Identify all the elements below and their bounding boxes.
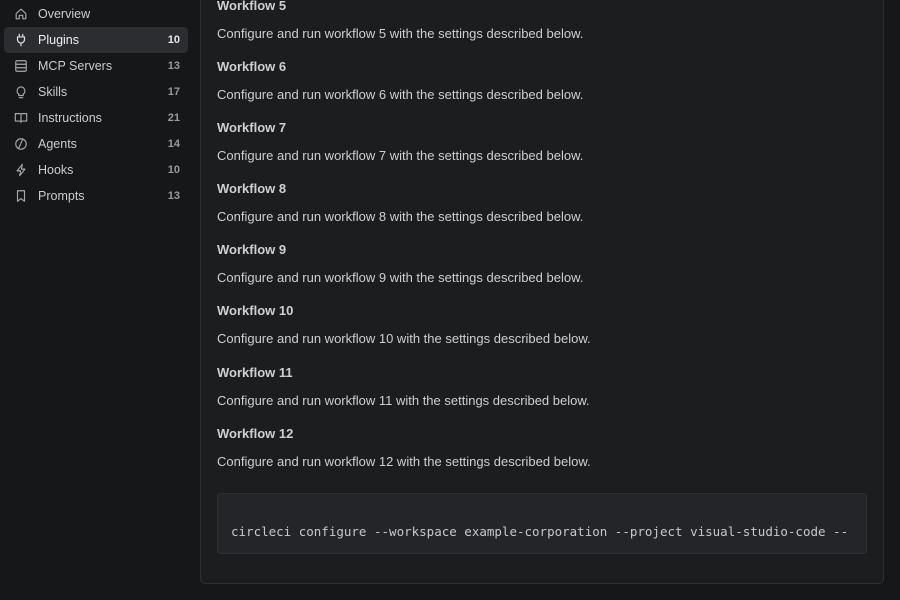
code-command: circleci configure --workspace example-c…: [231, 524, 849, 539]
workflow-title: Workflow 5: [217, 0, 287, 13]
workflow-section: Workflow 6 Configure and run workflow 6 …: [217, 50, 867, 111]
sidebar-item-label: Skills: [38, 85, 68, 99]
sidebar-item-label: Prompts: [38, 189, 85, 203]
workflow-title: Workflow 10: [217, 303, 294, 319]
workflow-section: Workflow 12 Configure and run workflow 1…: [217, 417, 867, 478]
sidebar-item-label: Agents: [38, 137, 77, 151]
sidebar-item-label: Overview: [38, 7, 91, 21]
workflow-section: Workflow 7 Configure and run workflow 7 …: [217, 111, 867, 172]
workflow-section: Workflow 11 Configure and run workflow 1…: [217, 356, 867, 417]
server-icon: [14, 59, 28, 73]
sidebar-item-count: 13: [167, 190, 180, 202]
workflow-description: Configure and run workflow 10 with the s…: [217, 331, 591, 347]
sidebar-item-plugins[interactable]: Plugins 10: [4, 27, 188, 53]
workflow-section: Workflow 9 Configure and run workflow 9 …: [217, 233, 867, 294]
workflow-description: Configure and run workflow 6 with the se…: [217, 87, 584, 103]
sidebar-item-label: MCP Servers: [38, 59, 113, 73]
workflow-description: Configure and run workflow 7 with the se…: [217, 148, 584, 164]
sidebar-item-label: Plugins: [38, 33, 79, 47]
lightning-icon: [14, 163, 28, 177]
workflow-description: Configure and run workflow 5 with the se…: [217, 26, 584, 41]
sidebar-item-label: Instructions: [38, 111, 102, 125]
sidebar-item-mcp-servers[interactable]: MCP Servers 13: [4, 53, 188, 79]
workflow-title: Workflow 9: [217, 242, 287, 258]
workflow-list: Workflow 5 Configure and run workflow 5 …: [217, 0, 867, 478]
workflow-title: Workflow 7: [217, 120, 287, 136]
content-panel: Workflow 5 Configure and run workflow 5 …: [200, 0, 884, 584]
workflow-section: Workflow 8 Configure and run workflow 8 …: [217, 172, 867, 233]
sidebar-item-count: 14: [167, 138, 180, 150]
workflow-section: Workflow 10 Configure and run workflow 1…: [217, 294, 867, 355]
workflow-title: Workflow 8: [217, 181, 287, 197]
workflow-description: Configure and run workflow 8 with the se…: [217, 209, 584, 225]
workflow-section: Workflow 5 Configure and run workflow 5 …: [217, 0, 867, 50]
lightbulb-icon: [14, 85, 28, 99]
sidebar-item-count: 10: [167, 34, 180, 46]
sidebar-item-count: 21: [167, 112, 180, 124]
sidebar-item-skills[interactable]: Skills 17: [4, 79, 188, 105]
code-block[interactable]: circleci configure --workspace example-c…: [217, 493, 867, 554]
sidebar-item-instructions[interactable]: Instructions 21: [4, 105, 188, 131]
agent-icon: [14, 137, 28, 151]
home-icon: [14, 7, 28, 21]
plug-icon: [14, 33, 28, 47]
workflow-title: Workflow 6: [217, 59, 287, 75]
workflow-title: Workflow 12: [217, 425, 294, 441]
sidebar: Overview Plugins 10 MCP Servers 13 Skill…: [0, 0, 196, 600]
sidebar-item-agents[interactable]: Agents 14: [4, 131, 188, 157]
sidebar-item-prompts[interactable]: Prompts 13: [4, 183, 188, 209]
sidebar-item-hooks[interactable]: Hooks 10: [4, 157, 188, 183]
sidebar-item-count: 10: [167, 164, 180, 176]
workflow-description: Configure and run workflow 11 with the s…: [217, 392, 590, 408]
sidebar-item-overview[interactable]: Overview: [4, 1, 188, 27]
sidebar-item-count: 13: [167, 60, 180, 72]
sidebar-item-count: 17: [167, 86, 180, 98]
book-icon: [14, 111, 28, 125]
bookmark-icon: [14, 189, 28, 203]
sidebar-item-label: Hooks: [38, 163, 74, 177]
workflow-description: Configure and run workflow 12 with the s…: [217, 453, 591, 469]
workflow-title: Workflow 11: [217, 364, 293, 380]
workflow-description: Configure and run workflow 9 with the se…: [217, 270, 584, 286]
